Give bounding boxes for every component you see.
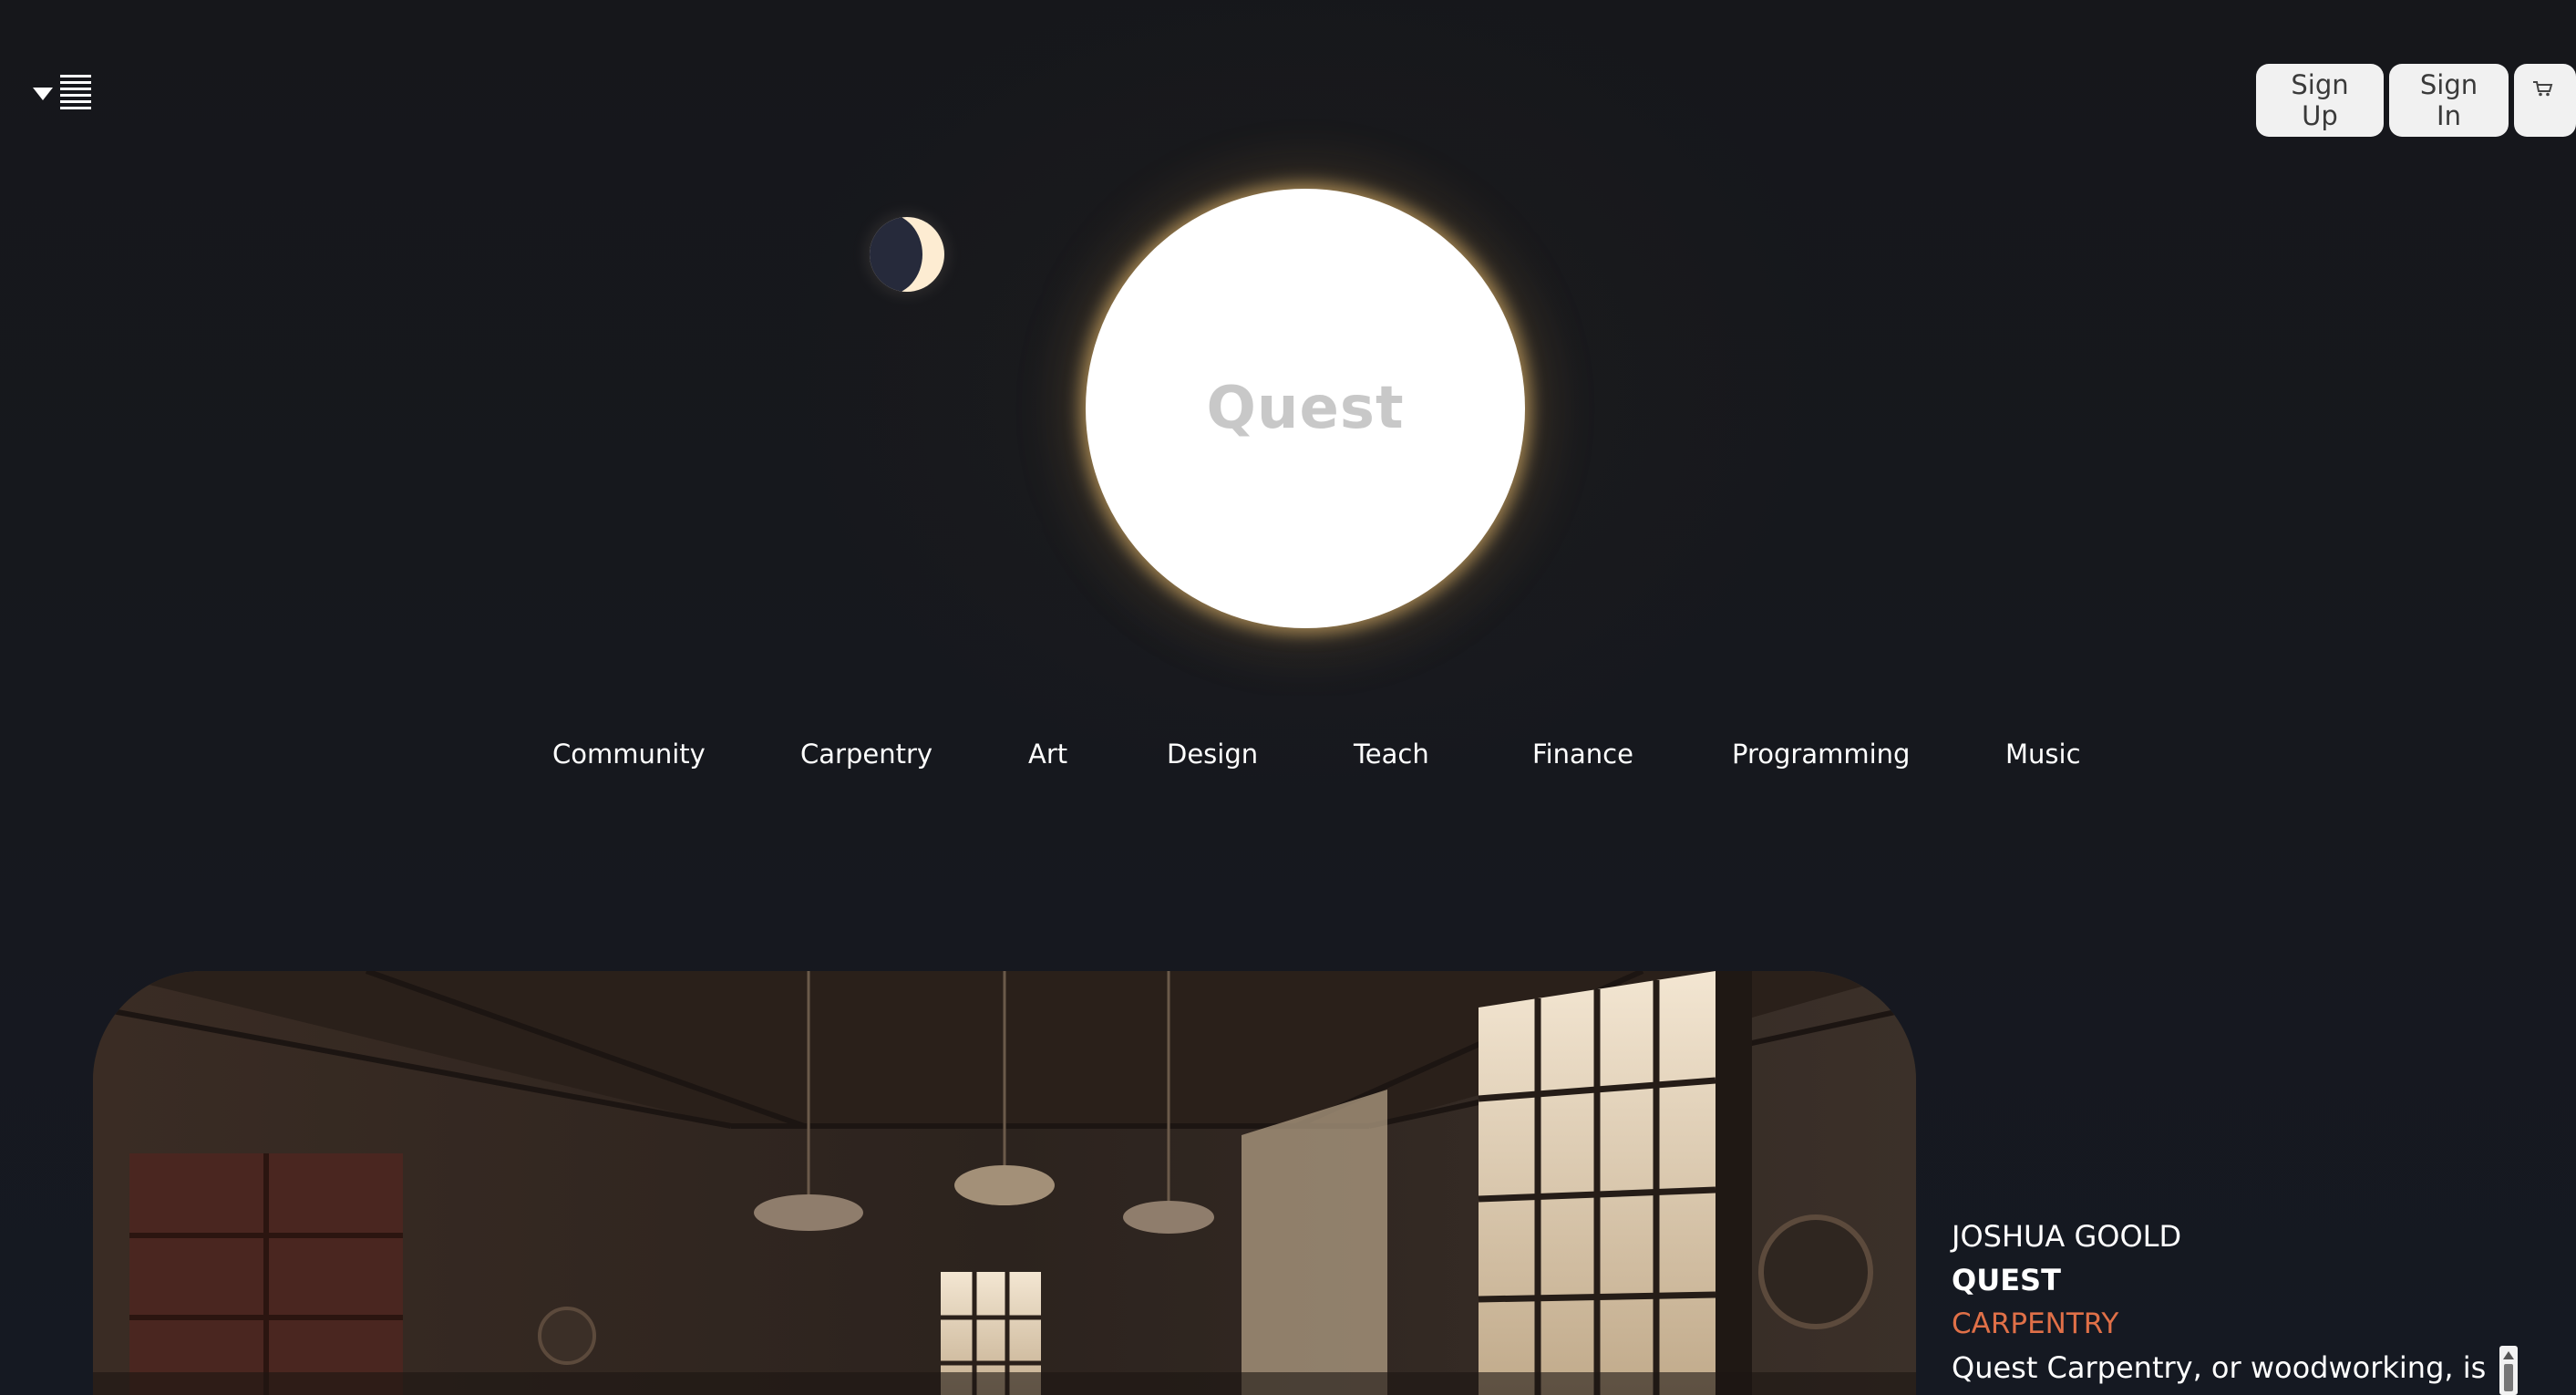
cart-button[interactable] bbox=[2514, 64, 2576, 137]
scroll-thumb[interactable] bbox=[2504, 1364, 2513, 1391]
hero-sun[interactable]: Quest bbox=[1086, 189, 1525, 628]
feature-category[interactable]: CARPENTRY bbox=[1952, 1302, 2499, 1346]
nav-item-art[interactable]: Art bbox=[1028, 739, 1067, 770]
cart-icon bbox=[2533, 81, 2553, 97]
nav-item-design[interactable]: Design bbox=[1167, 739, 1258, 770]
feature-info: JOSHUA GOOLD QUEST CARPENTRY Quest Carpe… bbox=[1952, 1214, 2499, 1390]
feature-blurb: Quest Carpentry, or woodworking, is bbox=[1952, 1350, 2487, 1385]
scroll-up-icon bbox=[2503, 1351, 2514, 1359]
list-lines-icon bbox=[60, 75, 91, 113]
sign-in-button[interactable]: Sign In bbox=[2389, 64, 2509, 137]
nav-item-carpentry[interactable]: Carpentry bbox=[800, 739, 933, 770]
auth-buttons: Sign Up Sign In bbox=[2256, 64, 2576, 137]
nav-item-programming[interactable]: Programming bbox=[1732, 739, 1910, 770]
feature-author: JOSHUA GOOLD bbox=[1952, 1219, 2182, 1254]
feature-brand: QUEST bbox=[1952, 1263, 2061, 1297]
menu-toggle-icon[interactable] bbox=[31, 75, 95, 115]
page: Sign Up Sign In Quest Community Carpentr… bbox=[0, 0, 2576, 1395]
feature-image bbox=[93, 971, 1916, 1395]
nav-item-music[interactable]: Music bbox=[2005, 739, 2081, 770]
nav-item-teach[interactable]: Teach bbox=[1354, 739, 1429, 770]
nav-item-finance[interactable]: Finance bbox=[1532, 739, 1633, 770]
caret-down-icon bbox=[33, 88, 53, 100]
site-title: Quest bbox=[1206, 375, 1405, 442]
nav-item-community[interactable]: Community bbox=[552, 739, 706, 770]
moon-icon[interactable] bbox=[870, 217, 944, 292]
scrollbar[interactable] bbox=[2499, 1346, 2518, 1395]
sign-up-button[interactable]: Sign Up bbox=[2256, 64, 2384, 137]
category-nav: Community Carpentry Art Design Teach Fin… bbox=[0, 739, 2576, 784]
